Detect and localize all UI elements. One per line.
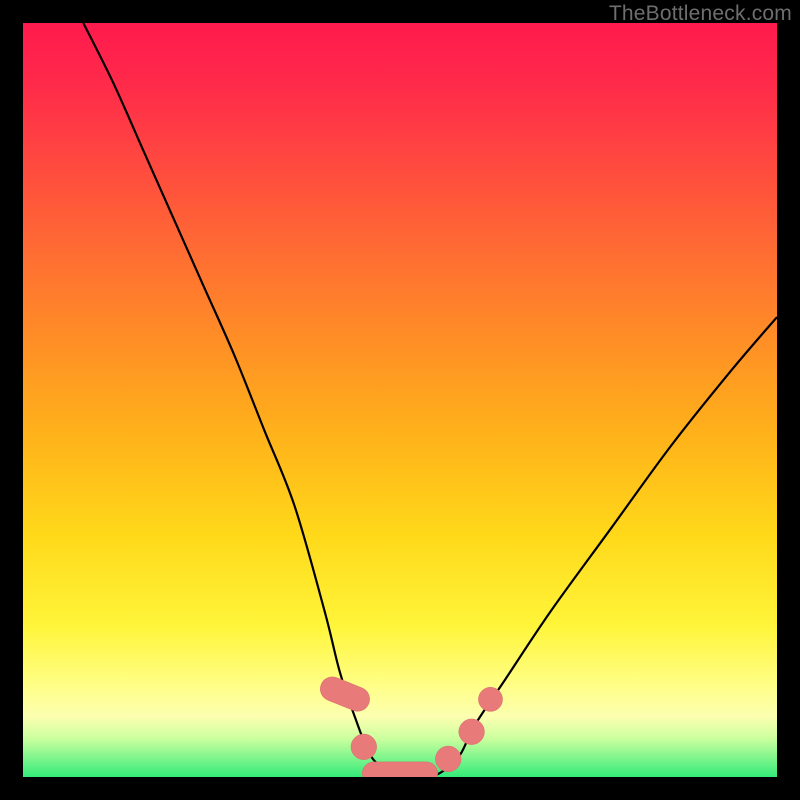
curve-marker — [478, 687, 502, 711]
curve-marker — [317, 673, 374, 715]
chart-frame: TheBottleneck.com — [0, 0, 800, 800]
curve-marker — [435, 746, 461, 772]
curve-group — [83, 23, 777, 777]
plot-area — [23, 23, 777, 777]
marker-group — [317, 673, 503, 777]
bottleneck-curve — [83, 23, 777, 777]
watermark-text: TheBottleneck.com — [609, 2, 792, 26]
curve-marker — [459, 719, 485, 745]
chart-svg — [23, 23, 777, 777]
curve-marker — [362, 762, 437, 777]
curve-marker — [351, 734, 377, 760]
